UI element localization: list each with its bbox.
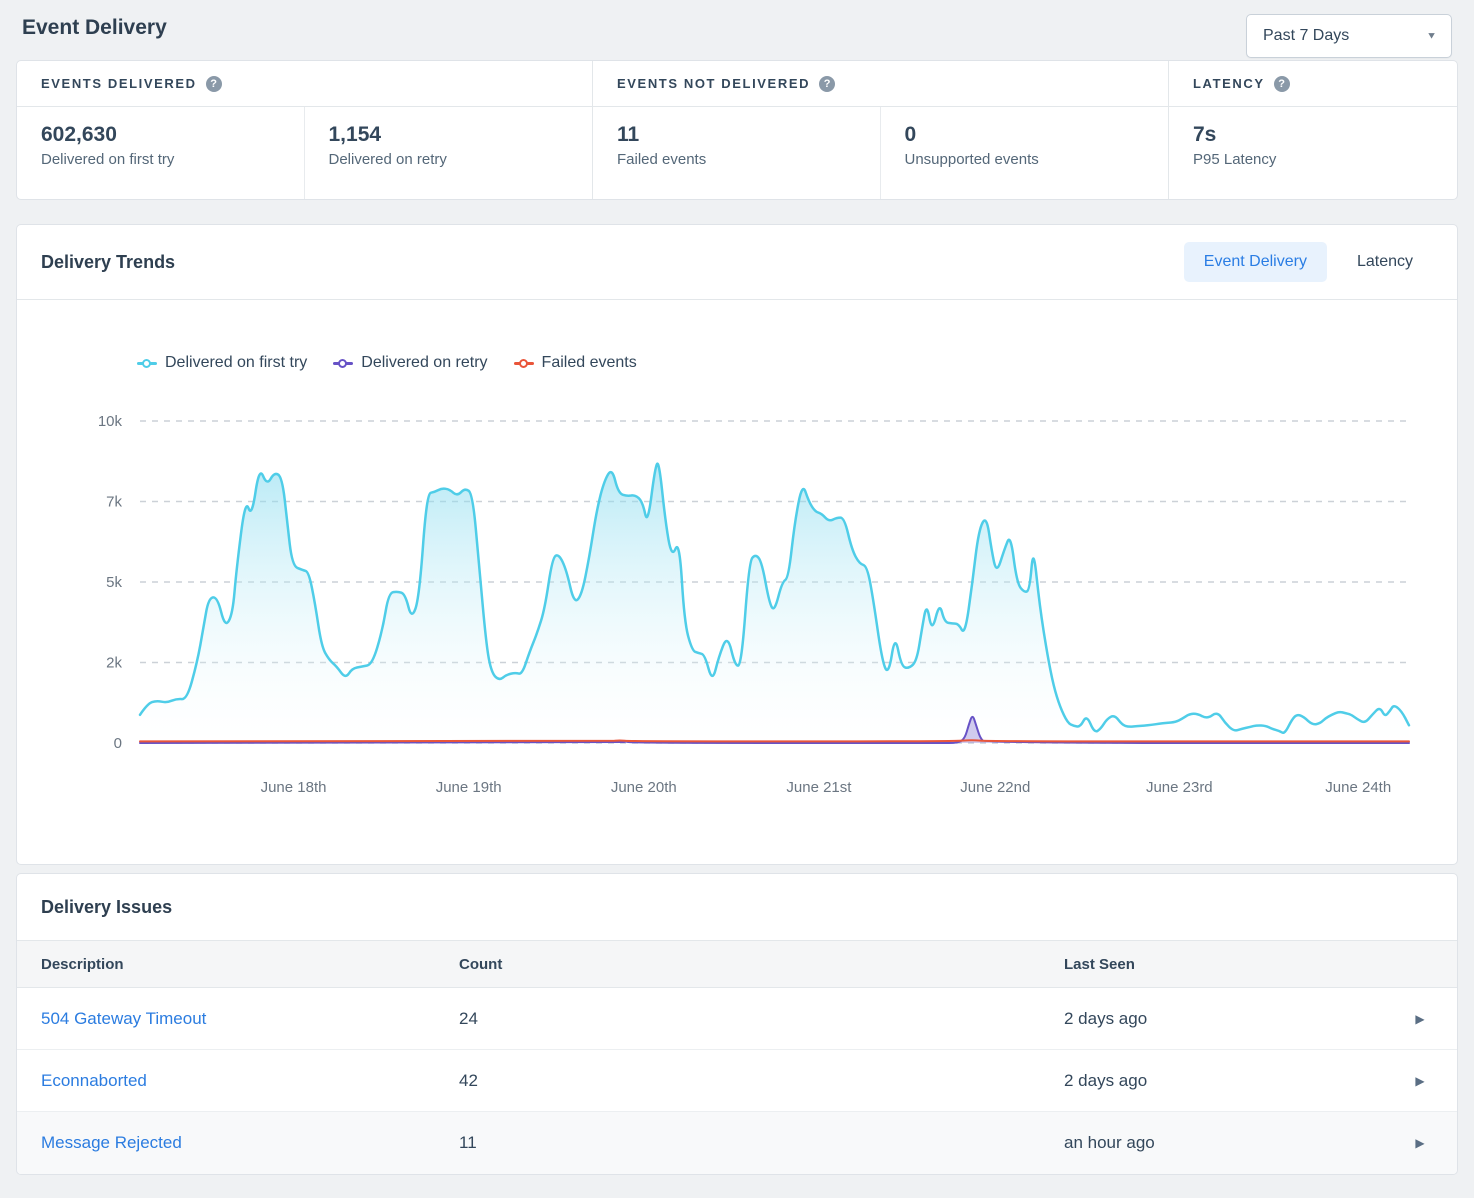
date-range-value: Past 7 Days: [1263, 27, 1349, 45]
stat-section-delivered: EVENTS DELIVERED ? 602,630 Delivered on …: [17, 61, 593, 199]
svg-text:June 18th: June 18th: [261, 779, 327, 796]
table-row[interactable]: Message Rejected 11 an hour ago ▶: [17, 1112, 1457, 1174]
trends-tabs: Event Delivery Latency: [1184, 242, 1433, 282]
stat-section-label: LATENCY: [1193, 76, 1265, 91]
svg-text:June 23rd: June 23rd: [1146, 779, 1213, 796]
metric-label: Delivered on first try: [41, 151, 280, 168]
top-bar: Event Delivery Past 7 Days ▼: [16, 0, 1458, 60]
col-description: Description: [17, 956, 435, 973]
issue-count: 11: [435, 1133, 1040, 1153]
metric-value: 0: [905, 123, 1145, 147]
stat-section-label: EVENTS NOT DELIVERED: [617, 76, 810, 91]
metric-label: Delivered on retry: [329, 151, 569, 168]
legend-item-failed[interactable]: Failed events: [514, 354, 637, 372]
legend-marker-retry-icon: [333, 359, 353, 368]
svg-text:5k: 5k: [106, 574, 122, 591]
stat-body: 602,630 Delivered on first try 1,154 Del…: [17, 107, 592, 199]
caret-down-icon: ▼: [1426, 31, 1437, 41]
issues-table-header: Description Count Last Seen: [17, 940, 1457, 988]
issue-last-seen: an hour ago: [1040, 1133, 1401, 1153]
stat-section-label: EVENTS DELIVERED: [41, 76, 197, 91]
legend-marker-first-try-icon: [137, 359, 157, 368]
svg-text:10k: 10k: [98, 413, 123, 430]
trends-header: Delivery Trends Event Delivery Latency: [17, 225, 1457, 300]
tab-event-delivery[interactable]: Event Delivery: [1184, 242, 1327, 282]
col-last-seen: Last Seen: [1040, 956, 1401, 973]
issue-link[interactable]: Econnaborted: [41, 1071, 147, 1090]
legend-label: Failed events: [542, 354, 637, 372]
issue-last-seen: 2 days ago: [1040, 1071, 1401, 1091]
metric-label: P95 Latency: [1193, 151, 1433, 168]
stat-section-header: EVENTS NOT DELIVERED ?: [593, 61, 1168, 107]
trends-title: Delivery Trends: [41, 252, 175, 273]
stat-body: 11 Failed events 0 Unsupported events: [593, 107, 1168, 199]
trends-chart-area: 0 2k 5k 7k 10k June 18th June 19th June 20th Jun…: [17, 300, 1457, 864]
metric-value: 602,630: [41, 123, 280, 147]
chevron-right-icon[interactable]: ▶: [1415, 1136, 1442, 1150]
trends-chart-svg: 0 2k 5k 7k 10k June 18th June 19th June 20th Jun…: [17, 300, 1453, 864]
metric-retry: 1,154 Delivered on retry: [305, 107, 593, 199]
stat-section-header: EVENTS DELIVERED ?: [17, 61, 592, 107]
issue-link[interactable]: 504 Gateway Timeout: [41, 1009, 206, 1028]
stat-section-not-delivered: EVENTS NOT DELIVERED ? 11 Failed events …: [593, 61, 1169, 199]
issue-last-seen: 2 days ago: [1040, 1009, 1401, 1029]
legend-label: Delivered on first try: [165, 354, 307, 372]
issues-title-row: Delivery Issues: [17, 874, 1457, 940]
svg-text:June 22nd: June 22nd: [960, 779, 1030, 796]
help-icon[interactable]: ?: [819, 76, 835, 92]
chart-legend: Delivered on first try Delivered on retr…: [137, 354, 637, 372]
svg-text:7k: 7k: [106, 494, 122, 511]
issue-link[interactable]: Message Rejected: [41, 1133, 182, 1152]
svg-text:2k: 2k: [106, 655, 122, 672]
table-row[interactable]: 504 Gateway Timeout 24 2 days ago ▶: [17, 988, 1457, 1050]
stat-section-header: LATENCY ?: [1169, 61, 1457, 107]
page-title: Event Delivery: [22, 14, 167, 40]
help-icon[interactable]: ?: [206, 76, 222, 92]
help-icon[interactable]: ?: [1274, 76, 1290, 92]
metric-value: 7s: [1193, 123, 1433, 147]
date-range-select[interactable]: Past 7 Days ▼: [1246, 14, 1452, 58]
chevron-right-icon[interactable]: ▶: [1415, 1012, 1442, 1026]
metric-label: Unsupported events: [905, 151, 1145, 168]
svg-text:June 19th: June 19th: [436, 779, 502, 796]
chevron-right-icon[interactable]: ▶: [1415, 1074, 1442, 1088]
issues-title: Delivery Issues: [41, 897, 172, 918]
issue-count: 42: [435, 1071, 1040, 1091]
legend-item-first-try[interactable]: Delivered on first try: [137, 354, 307, 372]
delivery-issues-card: Delivery Issues Description Count Last S…: [16, 873, 1458, 1175]
metric-label: Failed events: [617, 151, 856, 168]
metric-value: 11: [617, 123, 856, 147]
legend-label: Delivered on retry: [361, 354, 487, 372]
legend-item-retry[interactable]: Delivered on retry: [333, 354, 487, 372]
svg-text:June 20th: June 20th: [611, 779, 677, 796]
table-row[interactable]: Econnaborted 42 2 days ago ▶: [17, 1050, 1457, 1112]
stats-card: EVENTS DELIVERED ? 602,630 Delivered on …: [16, 60, 1458, 200]
delivery-trends-card: Delivery Trends Event Delivery Latency 0…: [16, 224, 1458, 865]
stat-section-latency: LATENCY ? 7s P95 Latency: [1169, 61, 1457, 199]
metric-p95-latency: 7s P95 Latency: [1169, 107, 1457, 199]
issue-count: 24: [435, 1009, 1040, 1029]
svg-text:June 21st: June 21st: [786, 779, 852, 796]
metric-value: 1,154: [329, 123, 569, 147]
col-count: Count: [435, 956, 1040, 973]
event-delivery-page: Event Delivery Past 7 Days ▼ EVENTS DELI…: [0, 0, 1474, 1175]
stat-body: 7s P95 Latency: [1169, 107, 1457, 199]
metric-unsupported: 0 Unsupported events: [881, 107, 1169, 199]
metric-failed: 11 Failed events: [593, 107, 881, 199]
issues-table: Description Count Last Seen 504 Gateway …: [17, 940, 1457, 1174]
metric-first-try: 602,630 Delivered on first try: [17, 107, 305, 199]
legend-marker-failed-icon: [514, 359, 534, 368]
tab-latency[interactable]: Latency: [1337, 242, 1433, 282]
svg-text:0: 0: [114, 735, 122, 752]
svg-text:June 24th: June 24th: [1325, 779, 1391, 796]
